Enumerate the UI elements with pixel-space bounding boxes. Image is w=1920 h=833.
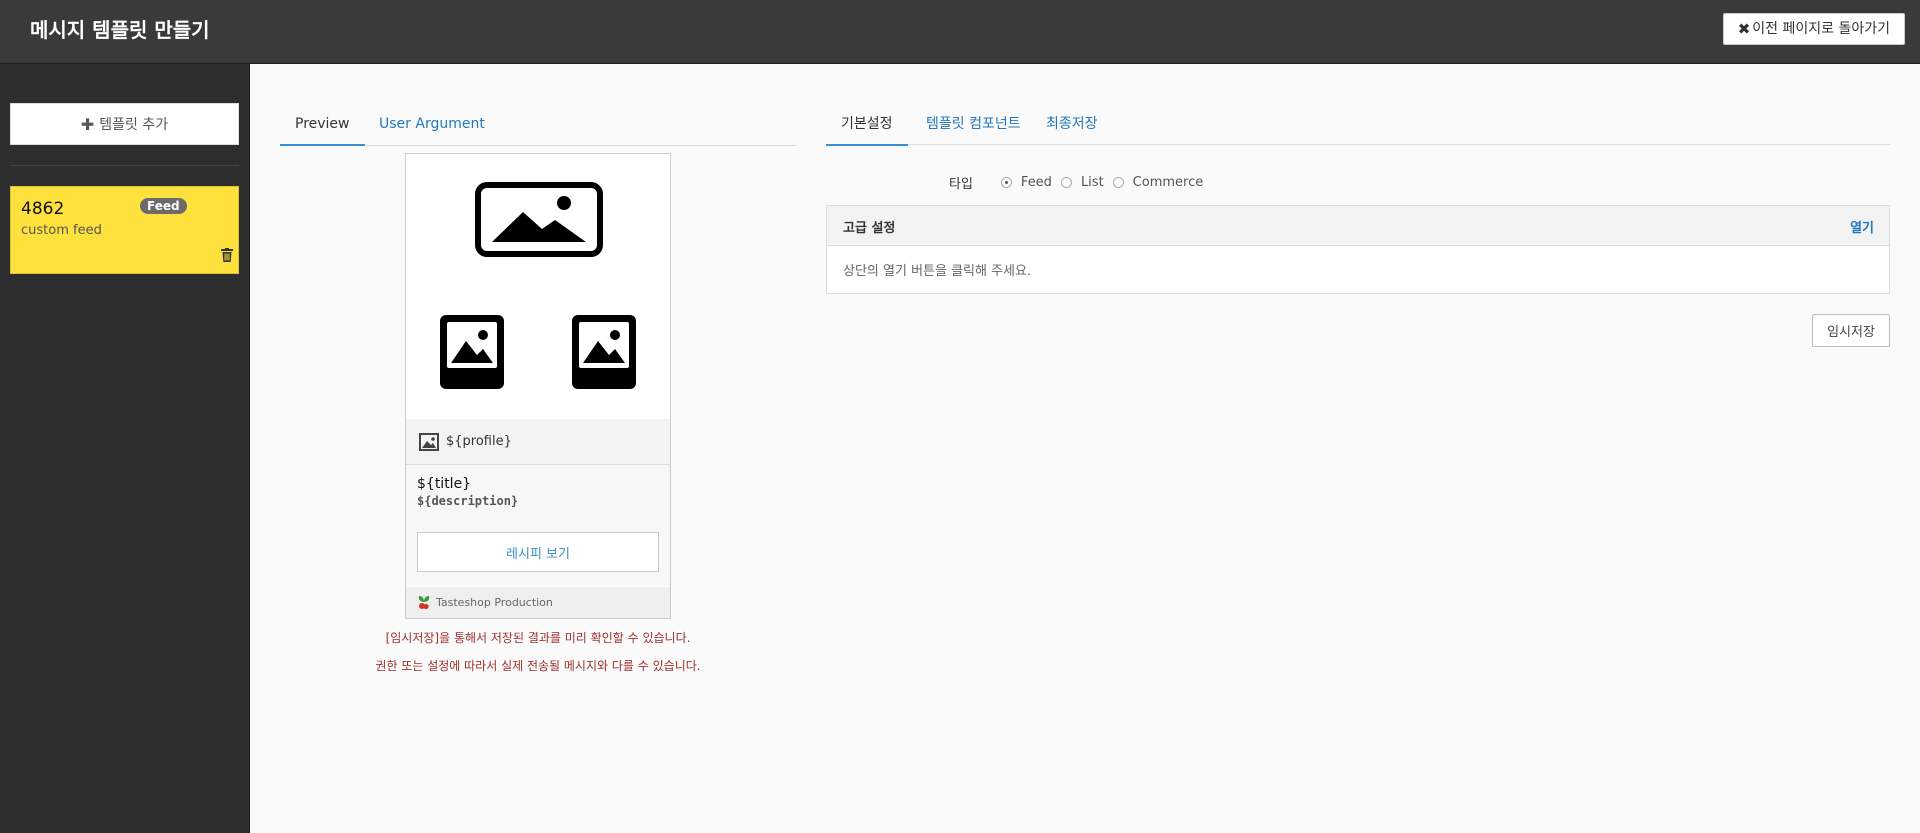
preview-tabs: Preview User Argument [280,106,796,146]
close-icon: ✖ [1737,20,1751,38]
back-button[interactable]: ✖ 이전 페이지로 돌아가기 [1722,13,1905,45]
preview-note: [임시저장]을 통해서 저장된 결과를 미리 확인할 수 있습니다. [385,631,691,645]
advanced-settings-title: 고급 설정 [843,221,896,236]
tab-template-components[interactable]: 템플릿 컴포넌트 [926,106,1021,144]
tab-final-save[interactable]: 최종저장 [1046,106,1098,144]
tab-user-argument[interactable]: User Argument [379,106,485,144]
preview-note: 권한 또는 설정에 따라서 실제 전송될 메시지와 다를 수 있습니다. [375,659,701,673]
message-preview: ${profile} ${title} ${description} 레시피 보… [405,153,671,619]
profile-text: ${profile} [446,434,512,449]
template-type-badge: Feed [140,198,187,214]
back-button-label: 이전 페이지로 돌아가기 [1752,21,1890,37]
image-placeholder-icon [475,182,603,257]
preview-profile: ${profile} [406,419,670,465]
add-template-button[interactable]: ✚ 템플릿 추가 [10,103,239,145]
radio-commerce-label: Commerce [1132,174,1204,190]
top-bar: 메시지 템플릿 만들기 ✖ 이전 페이지로 돌아가기 [0,0,1920,64]
advanced-open-link[interactable]: 열기 [1850,217,1874,236]
advanced-settings-panel: 고급 설정 열기 상단의 열기 버튼을 클릭해 주세요. [826,205,1890,294]
preview-description: ${description} [417,494,519,508]
plus-icon: ✚ [80,114,95,134]
template-id: 4862 [21,199,65,219]
radio-commerce[interactable] [1112,176,1124,188]
radio-list[interactable] [1060,176,1072,188]
trash-icon[interactable] [221,248,233,262]
advanced-settings-header: 고급 설정 열기 [827,206,1889,246]
page-title: 메시지 템플릿 만들기 [30,18,210,42]
preview-title: ${title} [417,476,472,492]
profile-image-icon [419,432,439,451]
radio-feed[interactable] [1000,176,1012,188]
type-label: 타입 [949,176,973,192]
preview-body: ${title} ${description} 레시피 보기 [406,465,670,586]
preview-footer: Tasteshop Production [406,587,670,618]
image-placeholder-icon [440,315,504,389]
radio-feed-label: Feed [1020,174,1052,190]
tab-basic-settings[interactable]: 기본설정 [826,106,908,146]
brand-logo-icon [418,595,430,609]
template-name: custom feed [21,223,102,238]
radio-list-label: List [1080,174,1104,190]
type-selector: 타입 Feed List Commerce [949,172,1212,192]
temp-save-button[interactable]: 임시저장 [1812,314,1890,347]
tab-preview[interactable]: Preview [280,106,365,146]
settings-tabs: 기본설정 템플릿 컴포넌트 최종저장 [826,106,1890,146]
sidebar-divider [10,165,239,166]
image-placeholder-icon [572,315,636,389]
sidebar: ✚ 템플릿 추가 4862 custom feed Feed [0,64,250,833]
advanced-settings-message: 상단의 열기 버튼을 클릭해 주세요. [843,264,1032,279]
template-card[interactable]: 4862 custom feed Feed [10,186,239,274]
footer-brand-text: Tasteshop Production [436,596,553,609]
add-template-label: 템플릿 추가 [99,117,169,133]
preview-recipe-button[interactable]: 레시피 보기 [417,532,659,572]
